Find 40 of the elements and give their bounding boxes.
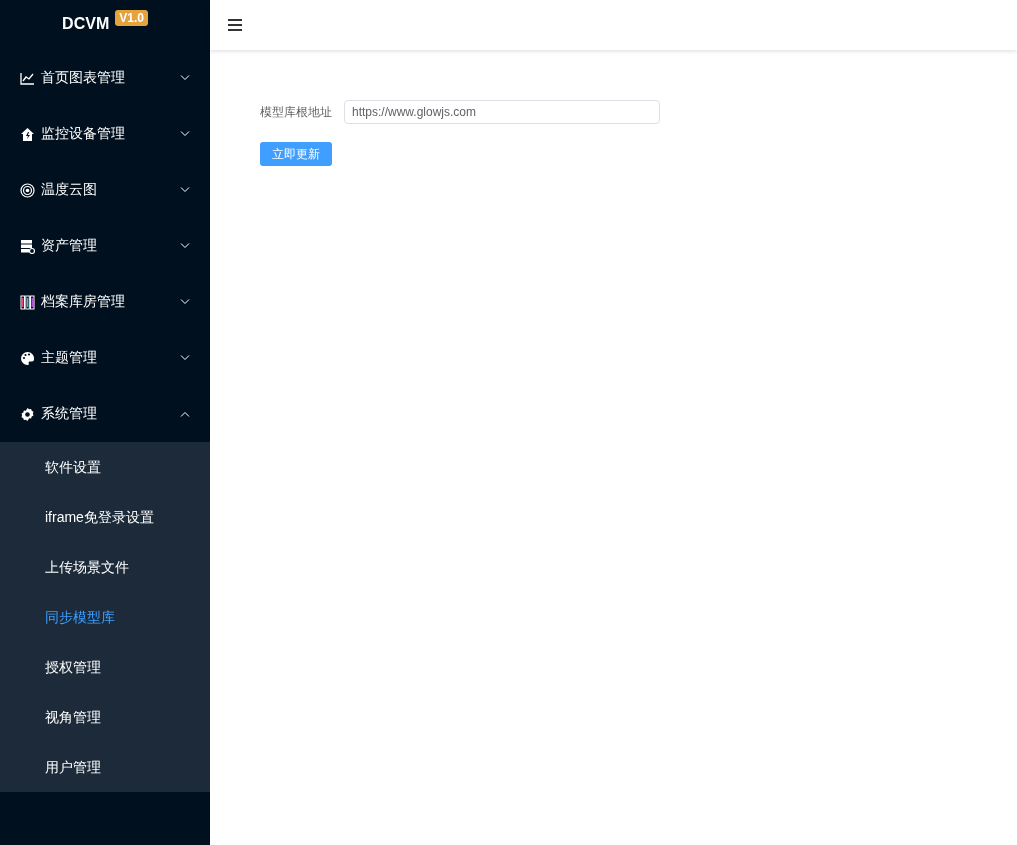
menu-label: 资产管理: [41, 237, 98, 255]
menu-item[interactable]: 主题管理: [0, 330, 210, 386]
field-label: 模型库根地址: [260, 103, 332, 121]
menu-icon[interactable]: [228, 19, 242, 31]
chart-icon: [20, 70, 35, 86]
menu-label: 主题管理: [41, 349, 98, 367]
chevron-icon: [180, 355, 190, 361]
chevron-icon: [180, 243, 190, 249]
submenu-item[interactable]: 软件设置: [0, 442, 210, 492]
menu-item[interactable]: 温度云图: [0, 162, 210, 218]
menu-item[interactable]: 档案库房管理: [0, 274, 210, 330]
url-input-field[interactable]: https://www.glowjs.com: [344, 100, 660, 124]
menu-label: 系统管理: [41, 405, 98, 423]
submenu-item[interactable]: 同步模型库: [0, 592, 210, 642]
chevron-icon: [180, 411, 190, 417]
server-icon: [20, 238, 35, 254]
app-logo: DCVM: [62, 15, 110, 33]
shelves-icon: [20, 294, 35, 310]
version-badge: V1.0: [115, 10, 148, 26]
menu-label: 温度云图: [41, 181, 98, 199]
menu-item[interactable]: 资产管理: [0, 218, 210, 274]
menu-label: 首页图表管理: [41, 69, 126, 87]
menu-label: 档案库房管理: [41, 293, 126, 311]
submenu-item[interactable]: 上传场景文件: [0, 542, 210, 592]
chevron-icon: [180, 75, 190, 81]
submenu-item[interactable]: iframe免登录设置: [0, 492, 210, 542]
menu-item[interactable]: 监控设备管理: [0, 106, 210, 162]
menu-item[interactable]: 系统管理: [0, 386, 210, 442]
gear-icon: [20, 406, 35, 422]
chevron-icon: [180, 131, 190, 137]
house-icon: [20, 126, 35, 142]
chevron-icon: [180, 187, 190, 193]
chevron-icon: [180, 299, 190, 305]
submenu-item[interactable]: 视角管理: [0, 692, 210, 742]
submenu-item[interactable]: 授权管理: [0, 642, 210, 692]
menu-item[interactable]: 首页图表管理: [0, 50, 210, 106]
submenu-item[interactable]: 用户管理: [0, 742, 210, 792]
palette-icon: [20, 350, 35, 366]
target-icon: [20, 182, 35, 198]
menu-label: 监控设备管理: [41, 125, 126, 143]
